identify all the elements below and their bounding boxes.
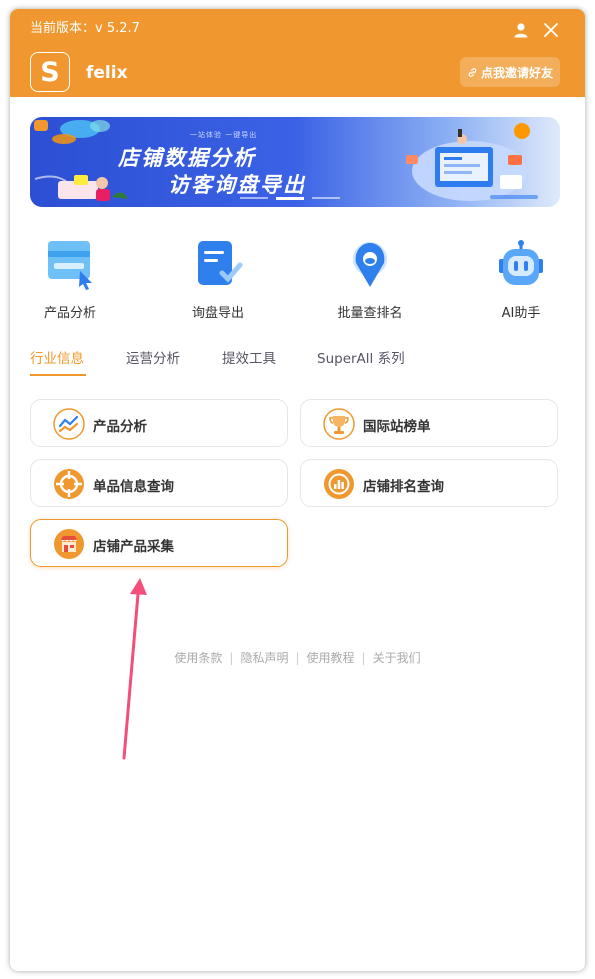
card-store-ranking-query[interactable]: 店铺排名查询 bbox=[300, 459, 558, 507]
card-label: 单品信息查询 bbox=[93, 479, 174, 495]
banner-title-line1: 店铺数据分析 bbox=[118, 146, 256, 170]
store-icon bbox=[54, 529, 84, 559]
tab-label: 行业信息 bbox=[30, 351, 84, 367]
tab-efficiency-tools[interactable]: 提效工具 bbox=[222, 347, 276, 367]
feature-label: AI助手 bbox=[501, 306, 541, 321]
card-single-product-query[interactable]: 单品信息查询 bbox=[30, 459, 288, 507]
card-product-analysis[interactable]: 产品分析 bbox=[30, 399, 288, 447]
user-icon[interactable] bbox=[513, 22, 529, 38]
carousel-dot[interactable] bbox=[240, 197, 268, 199]
card-label: 店铺排名查询 bbox=[363, 479, 444, 495]
privacy-link[interactable]: 隐私声明 bbox=[240, 651, 288, 665]
feature-label: 批量查排名 bbox=[337, 306, 403, 321]
batch-ranking-icon bbox=[353, 242, 387, 287]
feature-shortcuts: 产品分析 询盘导出 批量查排名 AI助手 bbox=[10, 239, 585, 321]
card-store-product-collection[interactable]: 店铺产品采集 bbox=[30, 519, 288, 567]
tab-superall-series[interactable]: SuperAll 系列 bbox=[317, 347, 405, 367]
divider: | bbox=[361, 651, 366, 665]
feature-product-analysis[interactable]: 产品分析 bbox=[10, 239, 130, 321]
footer-links: 使用条款 | 隐私声明 | 使用教程 | 关于我们 bbox=[10, 649, 585, 666]
link-icon bbox=[468, 67, 477, 77]
inquiry-export-icon bbox=[198, 241, 243, 285]
tutorial-link[interactable]: 使用教程 bbox=[307, 651, 355, 665]
tab-label: 运营分析 bbox=[126, 351, 180, 367]
header: 当前版本：v 5.2.7 S felix 点我邀请好友 bbox=[10, 9, 585, 97]
terms-link[interactable]: 使用条款 bbox=[174, 651, 222, 665]
banner-subtext: 一站体验 一键导出 bbox=[190, 131, 258, 139]
crosshair-icon bbox=[54, 469, 84, 499]
banner-title-line2: 访客询盘导出 bbox=[168, 173, 306, 197]
feature-label: 产品分析 bbox=[43, 306, 96, 321]
ai-robot-icon bbox=[499, 240, 543, 285]
product-analysis-icon bbox=[48, 241, 92, 290]
about-link[interactable]: 关于我们 bbox=[373, 651, 421, 665]
logo-letter: S bbox=[40, 56, 60, 88]
username: felix bbox=[86, 63, 128, 83]
divider: | bbox=[229, 651, 234, 665]
feature-inquiry-export[interactable]: 询盘导出 bbox=[158, 239, 278, 321]
card-label: 国际站榜单 bbox=[363, 419, 431, 435]
card-label: 店铺产品采集 bbox=[93, 539, 174, 555]
feature-batch-ranking[interactable]: 批量查排名 bbox=[310, 239, 430, 321]
invite-label: 点我邀请好友 bbox=[480, 65, 553, 80]
divider: | bbox=[295, 651, 300, 665]
feature-ai-assistant[interactable]: AI助手 bbox=[461, 239, 581, 321]
carousel-dot-active[interactable] bbox=[276, 197, 304, 200]
promo-banner[interactable]: 一站体验 一键导出 店铺数据分析 访客询盘导出 bbox=[30, 117, 560, 207]
close-icon[interactable] bbox=[542, 21, 560, 39]
extension-popup: 当前版本：v 5.2.7 S felix 点我邀请好友 一站体验 一键导出 店铺… bbox=[10, 9, 585, 971]
app-logo: S bbox=[30, 52, 70, 92]
feature-label: 询盘导出 bbox=[191, 306, 244, 321]
tab-label: 提效工具 bbox=[222, 351, 276, 367]
bar-chart-icon bbox=[324, 469, 354, 499]
tab-industry-info[interactable]: 行业信息 bbox=[30, 347, 84, 367]
carousel-dot[interactable] bbox=[312, 197, 340, 199]
card-international-rankings[interactable]: 国际站榜单 bbox=[300, 399, 558, 447]
trend-chart-icon bbox=[53, 408, 85, 440]
tab-label: SuperAll 系列 bbox=[317, 351, 405, 367]
active-tab-indicator bbox=[30, 374, 86, 376]
tab-operations-analysis[interactable]: 运营分析 bbox=[126, 347, 180, 367]
invite-friends-button[interactable]: 点我邀请好友 bbox=[460, 57, 560, 87]
card-label: 产品分析 bbox=[93, 419, 147, 435]
trophy-icon bbox=[323, 408, 355, 440]
version-label: 当前版本：v 5.2.7 bbox=[30, 21, 140, 36]
carousel-indicators bbox=[240, 197, 340, 200]
